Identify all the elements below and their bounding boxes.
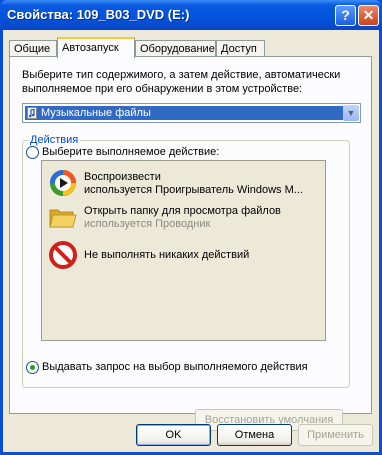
dialog-body: Общие Автозапуск Оборудование Доступ Выб… [3,30,379,452]
autoplay-panel: Выберите тип содержимого, а затем действ… [9,56,372,431]
instruction-text: Выберите тип содержимого, а затем действ… [22,69,341,95]
action-no-action-title: Не выполнять никаких действий [84,249,250,261]
content-type-label: Музыкальные файлы [41,107,151,119]
windows-media-player-icon [50,170,76,196]
tab-autoplay[interactable]: Автозапуск [57,37,135,58]
action-play-program: используется Проигрыватель Windows M... [84,184,303,196]
list-item-no-action[interactable]: Не выполнять никаких действий [49,241,319,273]
folder-icon [49,209,77,228]
apply-button[interactable]: Применить [298,424,373,446]
music-file-icon [27,107,37,119]
tab-general[interactable]: Общие [9,40,57,57]
action-play-title: Воспроизвести [84,171,161,183]
list-item-open-folder[interactable]: Открыть папку для просмотра файлов испол… [49,203,319,235]
content-type-dropdown[interactable]: Музыкальные файлы ▼ [22,103,361,123]
help-button[interactable]: ? [335,5,356,26]
radio-choose-action[interactable] [26,146,39,159]
chevron-down-icon[interactable]: ▼ [343,105,359,121]
action-open-folder-title: Открыть папку для просмотра файлов [84,205,281,217]
close-button[interactable]: ✕ [358,5,379,26]
action-open-folder-program: используется Проводник [84,218,211,230]
radio-prompt-action-label[interactable]: Выдавать запрос на выбор выполняемого де… [42,361,308,373]
no-action-icon [49,241,77,269]
actions-groupbox: Действия Выберите выполняемое действие: [22,134,350,388]
tab-hardware[interactable]: Оборудование [135,40,216,57]
list-item-play[interactable]: Воспроизвести используется Проигрыватель… [49,169,319,201]
ok-button[interactable]: OK [136,424,211,446]
cancel-button[interactable]: Отмена [217,424,292,446]
radio-prompt-action[interactable] [26,361,39,374]
tab-sharing[interactable]: Доступ [216,40,265,57]
radio-choose-action-label[interactable]: Выберите выполняемое действие: [42,146,219,158]
title-bar[interactable]: Свойства: 109_B03_DVD (E:) ? ✕ [0,0,382,30]
properties-window: Свойства: 109_B03_DVD (E:) ? ✕ Общие Авт… [0,0,382,455]
content-type-selected: Музыкальные файлы [25,106,343,120]
actions-group-label: Действия [28,134,81,146]
window-title: Свойства: 109_B03_DVD (E:) [7,7,190,22]
actions-list[interactable]: Воспроизвести используется Проигрыватель… [41,160,326,341]
radio-selected-dot [30,365,35,370]
